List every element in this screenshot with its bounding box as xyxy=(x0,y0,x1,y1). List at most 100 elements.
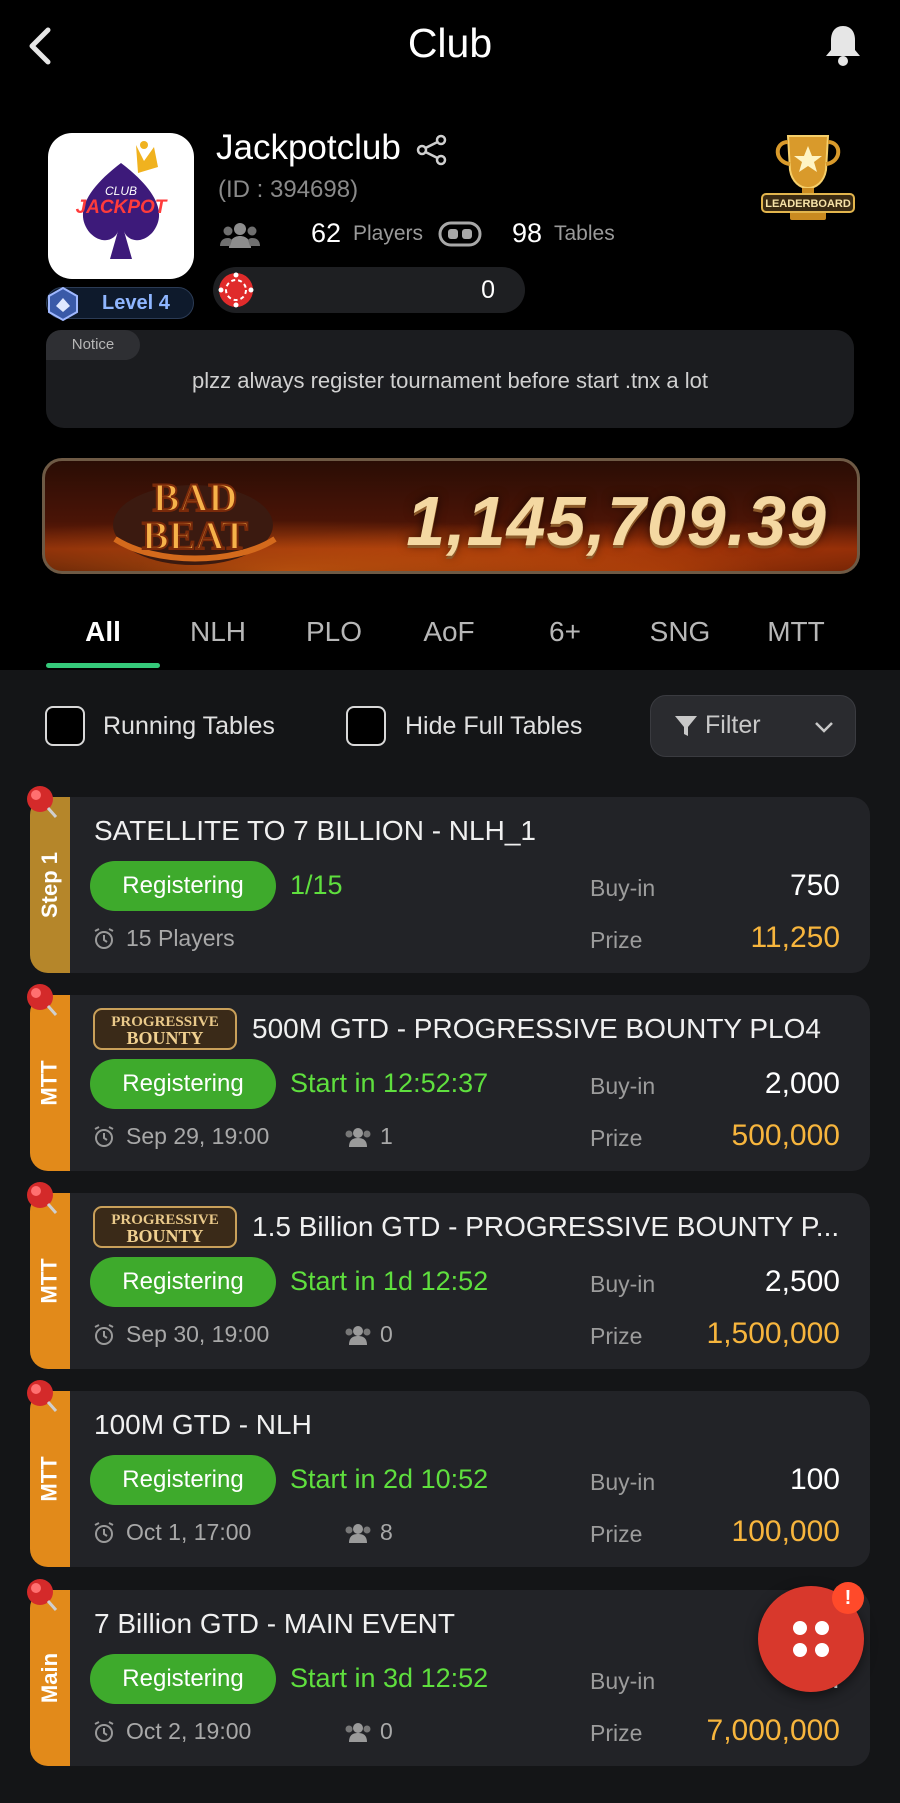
bell-icon[interactable] xyxy=(822,22,864,68)
tournament-type-tag: MTT xyxy=(30,1391,70,1567)
status-badge[interactable]: Registering xyxy=(90,1059,276,1109)
club-name: Jackpotclub xyxy=(216,128,401,167)
club-id: (ID : 394698) xyxy=(218,176,359,203)
status-badge[interactable]: Registering xyxy=(90,1654,276,1704)
tournament-type-label: MTT xyxy=(37,1456,63,1502)
tab-sng[interactable]: SNG xyxy=(622,616,738,648)
tables-count: 98 xyxy=(512,218,543,248)
tournament-type-label: MTT xyxy=(37,1060,63,1106)
svg-text:LEADERBOARD: LEADERBOARD xyxy=(765,198,851,210)
players-count: 62 xyxy=(311,218,342,248)
registered-count: 0 xyxy=(380,1718,393,1744)
buyin-value: 2,000 xyxy=(764,1067,840,1100)
filter-label: Filter xyxy=(705,711,761,739)
tab-all[interactable]: All xyxy=(45,616,161,648)
buyin-value: 2,500 xyxy=(764,1265,840,1298)
alert-badge: ! xyxy=(832,1582,864,1614)
start-info: 1/15 xyxy=(290,870,343,900)
progressive-bounty-logo: PROGRESSIVEBOUNTY xyxy=(93,1008,237,1050)
players-icon xyxy=(345,1326,371,1345)
prize-value: 7,000,000 xyxy=(706,1714,840,1747)
tournament-card[interactable]: MTT 100M GTD - NLH Registering Start in 2d … xyxy=(27,1380,870,1567)
club-level: Level 4 xyxy=(102,292,170,314)
tournament-title: 7 Billion GTD - MAIN EVENT xyxy=(94,1608,455,1639)
tables-label: Tables xyxy=(554,222,615,245)
tables-icon xyxy=(438,221,482,247)
tournament-card[interactable]: Step 1 SATELLITE TO 7 BILLION - NLH_1 Regi… xyxy=(27,786,870,973)
registered-count: 0 xyxy=(380,1321,393,1347)
jackpot-amount: 1,145,709.39 xyxy=(406,482,827,560)
prize-label: Prize xyxy=(590,1125,643,1151)
prize-value: 1,500,000 xyxy=(706,1317,840,1350)
prize-value: 100,000 xyxy=(731,1515,840,1548)
leaderboard-trophy-icon[interactable]: LEADERBOARD xyxy=(760,130,856,222)
players-label: Players xyxy=(353,222,424,245)
page-title: Club xyxy=(407,20,493,66)
players-icon xyxy=(345,1723,371,1742)
share-icon[interactable] xyxy=(414,132,450,168)
svg-text:CLUB: CLUB xyxy=(105,184,137,198)
start-info: Start in 1d 12:52 xyxy=(290,1266,489,1296)
grid-dots-icon xyxy=(793,1621,829,1657)
status-badge[interactable]: Registering xyxy=(90,1257,276,1307)
club-level-badge: Level 4 xyxy=(46,286,194,322)
tab-plo[interactable]: PLO xyxy=(276,616,392,648)
menu-fab-button[interactable]: ! xyxy=(758,1582,864,1692)
running-tables-checkbox[interactable] xyxy=(45,706,85,746)
svg-text:BEAT: BEAT xyxy=(142,513,248,558)
buyin-label: Buy-in xyxy=(590,1271,656,1297)
filter-funnel-icon xyxy=(675,716,697,736)
hide-full-tables-label[interactable]: Hide Full Tables xyxy=(405,712,582,741)
game-type-tabs: All NLH PLO AoF 6+ SNG MTT xyxy=(0,608,900,670)
pin-icon xyxy=(27,1579,58,1611)
poker-chip-icon xyxy=(218,272,254,308)
start-info: Start in 2d 10:52 xyxy=(290,1464,489,1494)
alarm-clock-icon xyxy=(94,1126,114,1147)
players-icon xyxy=(220,223,260,248)
prize-value: 11,250 xyxy=(750,921,840,954)
hide-full-tables-checkbox[interactable] xyxy=(346,706,386,746)
tournament-date: 15 Players xyxy=(126,925,235,951)
tournament-card[interactable]: MTT PROGRESSIVE BOUNTY 1.5 Billion GTD - PR… xyxy=(27,1182,870,1369)
tab-mtt[interactable]: MTT xyxy=(738,616,854,648)
tournament-type-tag: MTT xyxy=(30,995,70,1171)
svg-text:BOUNTY: BOUNTY xyxy=(126,1028,203,1048)
club-notice: Notice plzz always register tournament b… xyxy=(46,330,854,428)
tournament-date: Sep 30, 19:00 xyxy=(126,1321,270,1347)
tournament-date: Oct 1, 17:00 xyxy=(126,1519,252,1545)
active-tab-indicator xyxy=(46,663,160,668)
players-icon xyxy=(345,1524,371,1543)
tournament-type-label: Step 1 xyxy=(37,851,62,919)
tournament-type-label: Main xyxy=(37,1652,62,1704)
registered-count: 1 xyxy=(380,1123,393,1149)
running-tables-label[interactable]: Running Tables xyxy=(103,712,275,741)
status-badge[interactable]: Registering xyxy=(90,1455,276,1505)
pin-icon xyxy=(27,1182,58,1214)
tournament-title: 500M GTD - PROGRESSIVE BOUNTY PLO4 xyxy=(252,1013,821,1044)
start-info: Start in 3d 12:52 xyxy=(290,1663,489,1693)
tournament-type-label: MTT xyxy=(37,1258,63,1304)
svg-text:BOUNTY: BOUNTY xyxy=(126,1226,203,1246)
tab-nlh[interactable]: NLH xyxy=(160,616,276,648)
start-info: Start in 12:52:37 xyxy=(290,1068,489,1098)
alarm-clock-icon xyxy=(94,1522,114,1543)
alarm-clock-icon xyxy=(94,1721,114,1742)
buyin-value: 750 xyxy=(789,869,840,902)
chevron-down-icon xyxy=(815,722,833,733)
filter-dropdown[interactable]: Filter xyxy=(650,695,856,757)
tournament-date: Oct 2, 19:00 xyxy=(126,1718,252,1744)
tournament-card[interactable]: Main 7 Billion GTD - MAIN EVENT Registerin… xyxy=(27,1579,870,1766)
registered-count: 8 xyxy=(380,1519,393,1545)
tab-6plus[interactable]: 6+ xyxy=(507,616,623,648)
prize-label: Prize xyxy=(590,1521,643,1547)
tournament-title: SATELLITE TO 7 BILLION - NLH_1 xyxy=(94,815,536,846)
status-badge[interactable]: Registering xyxy=(90,861,276,911)
tab-aof[interactable]: AoF xyxy=(391,616,507,648)
alarm-clock-icon xyxy=(94,928,114,949)
notice-tag: Notice xyxy=(46,330,140,360)
pin-icon xyxy=(27,1380,58,1412)
tournament-card[interactable]: MTT PROGRESSIVE BOUNTY 500M GTD - PROGRESSI… xyxy=(27,984,870,1171)
tournament-date: Sep 29, 19:00 xyxy=(126,1123,270,1149)
prize-value: 500,000 xyxy=(731,1119,840,1152)
bad-beat-jackpot-banner[interactable]: BAD BEAT 1,145,709.39 xyxy=(42,458,860,574)
